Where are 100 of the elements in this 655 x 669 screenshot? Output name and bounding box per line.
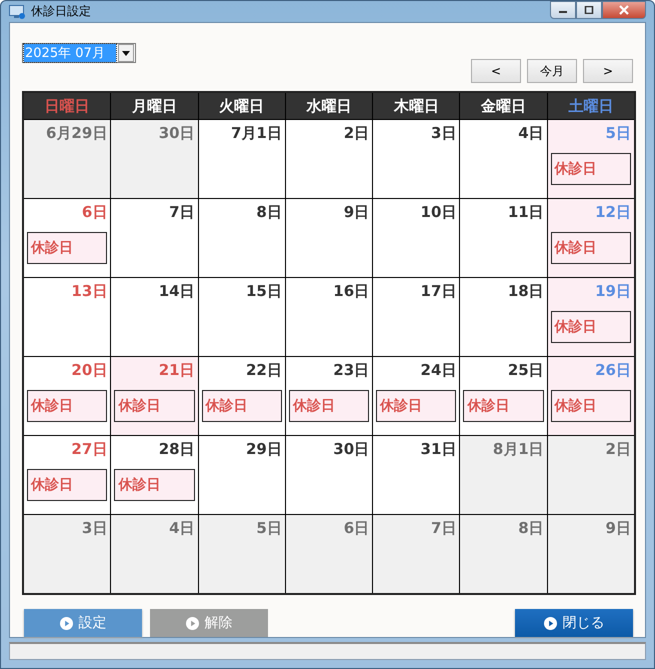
- nav-button[interactable]: >: [583, 59, 633, 84]
- day-number: 5日: [606, 124, 631, 144]
- day-number: 18日: [508, 282, 544, 302]
- nav-button[interactable]: <: [471, 59, 521, 84]
- closed-day-tag: 休診日: [550, 311, 631, 344]
- day-cell[interactable]: 7日: [111, 199, 198, 278]
- day-cell[interactable]: 15日: [198, 278, 285, 356]
- day-cell[interactable]: 10日: [373, 199, 460, 278]
- day-cell[interactable]: 2日: [286, 120, 372, 198]
- day-number: 8日: [518, 519, 544, 538]
- day-cell[interactable]: 3日: [373, 120, 460, 198]
- day-cell[interactable]: 8日: [460, 515, 547, 594]
- day-cell[interactable]: 6日 休診日: [24, 199, 110, 278]
- day-number: 5日: [256, 519, 282, 538]
- day-cell[interactable]: 29日: [198, 436, 285, 514]
- day-cell[interactable]: 16日: [286, 278, 372, 356]
- day-number: 30日: [158, 124, 195, 144]
- monitor-icon: [9, 4, 25, 19]
- weekday-header: 月曜日: [111, 93, 198, 120]
- day-number: 4日: [169, 519, 195, 538]
- weekday-header: 木曜日: [373, 93, 460, 120]
- day-number: 27日: [71, 440, 108, 460]
- day-number: 9日: [344, 203, 370, 222]
- day-cell[interactable]: 5日 休診日: [548, 120, 634, 198]
- action-button[interactable]: 閉じる: [515, 609, 633, 638]
- day-number: 11日: [508, 203, 544, 222]
- day-number: 12日: [595, 203, 631, 222]
- weekday-header: 日曜日: [24, 93, 110, 120]
- play-icon: [60, 616, 72, 630]
- day-cell[interactable]: 11日: [460, 199, 547, 278]
- day-cell[interactable]: 13日: [24, 278, 110, 356]
- closed-day-tag: 休診日: [376, 390, 456, 422]
- day-cell[interactable]: 31日: [373, 436, 460, 514]
- day-number: 7日: [169, 203, 195, 222]
- day-cell[interactable]: 7日: [373, 515, 460, 594]
- day-cell[interactable]: 26日 休診日: [548, 357, 634, 436]
- day-cell[interactable]: 8日: [198, 199, 285, 278]
- day-number: 16日: [333, 282, 370, 302]
- day-cell[interactable]: 7月1日: [198, 120, 285, 198]
- play-icon: [544, 616, 556, 630]
- day-number: 2日: [344, 124, 370, 144]
- closed-day-tag: 休診日: [288, 390, 370, 422]
- closed-day-tag: 休診日: [463, 390, 544, 422]
- day-number: 31日: [420, 440, 456, 460]
- day-cell[interactable]: 25日 休診日: [460, 357, 547, 436]
- day-cell[interactable]: 21日 休診日: [111, 357, 198, 436]
- day-number: 6月29日: [46, 124, 108, 144]
- weekday-header: 土曜日: [548, 93, 634, 120]
- day-cell[interactable]: 2日: [548, 436, 634, 514]
- day-number: 4日: [518, 124, 544, 144]
- day-cell[interactable]: 12日 休診日: [548, 199, 634, 278]
- day-cell[interactable]: 22日 休診日: [198, 357, 285, 436]
- day-cell[interactable]: 9日: [286, 199, 372, 278]
- weekday-header: 火曜日: [198, 93, 285, 120]
- day-cell[interactable]: 19日 休診日: [548, 278, 634, 356]
- closed-day-tag: 休診日: [550, 232, 631, 264]
- day-cell[interactable]: 30日: [111, 120, 198, 198]
- day-number: 6日: [344, 519, 370, 538]
- day-number: 7日: [430, 519, 456, 538]
- closed-day-tag: 休診日: [27, 232, 108, 264]
- day-number: 3日: [82, 519, 108, 538]
- day-number: 24日: [420, 361, 456, 380]
- day-number: 23日: [333, 361, 370, 380]
- day-cell[interactable]: 28日 休診日: [111, 436, 198, 514]
- day-number: 17日: [420, 282, 456, 302]
- minimize-button[interactable]: [550, 1, 576, 19]
- close-button[interactable]: [602, 1, 646, 19]
- day-cell[interactable]: 8月1日: [460, 436, 547, 514]
- maximize-button[interactable]: [576, 1, 602, 19]
- closed-day-tag: 休診日: [27, 469, 108, 502]
- day-cell[interactable]: 14日: [111, 278, 198, 356]
- day-cell[interactable]: 6月29日: [24, 120, 110, 198]
- day-cell[interactable]: 27日 休診日: [24, 436, 110, 514]
- day-number: 9日: [606, 519, 631, 538]
- day-number: 25日: [508, 361, 544, 380]
- day-cell[interactable]: 3日: [24, 515, 110, 594]
- nav-button[interactable]: 今月: [527, 59, 577, 84]
- day-cell[interactable]: 24日 休診日: [373, 357, 460, 436]
- closed-day-tag: 休診日: [27, 390, 108, 422]
- weekday-header: 水曜日: [286, 93, 372, 120]
- day-cell[interactable]: 6日: [286, 515, 372, 594]
- day-cell[interactable]: 18日: [460, 278, 547, 356]
- day-cell[interactable]: 9日: [548, 515, 634, 594]
- day-number: 22日: [246, 361, 282, 380]
- day-number: 8月1日: [492, 440, 544, 460]
- closed-day-tag: 休診日: [202, 390, 282, 422]
- day-cell[interactable]: 4日: [460, 120, 547, 198]
- closed-day-tag: 休診日: [114, 469, 195, 502]
- day-cell[interactable]: 17日: [373, 278, 460, 356]
- day-number: 19日: [595, 282, 631, 302]
- day-cell[interactable]: 30日: [286, 436, 372, 514]
- day-number: 28日: [158, 440, 195, 460]
- day-number: 10日: [420, 203, 456, 222]
- day-number: 3日: [430, 124, 456, 144]
- day-cell[interactable]: 23日 休診日: [286, 357, 372, 436]
- day-number: 30日: [333, 440, 370, 460]
- day-cell[interactable]: 5日: [198, 515, 285, 594]
- day-cell[interactable]: 4日: [111, 515, 198, 594]
- day-cell[interactable]: 20日 休診日: [24, 357, 110, 436]
- window-title: 休診日設定: [31, 3, 91, 20]
